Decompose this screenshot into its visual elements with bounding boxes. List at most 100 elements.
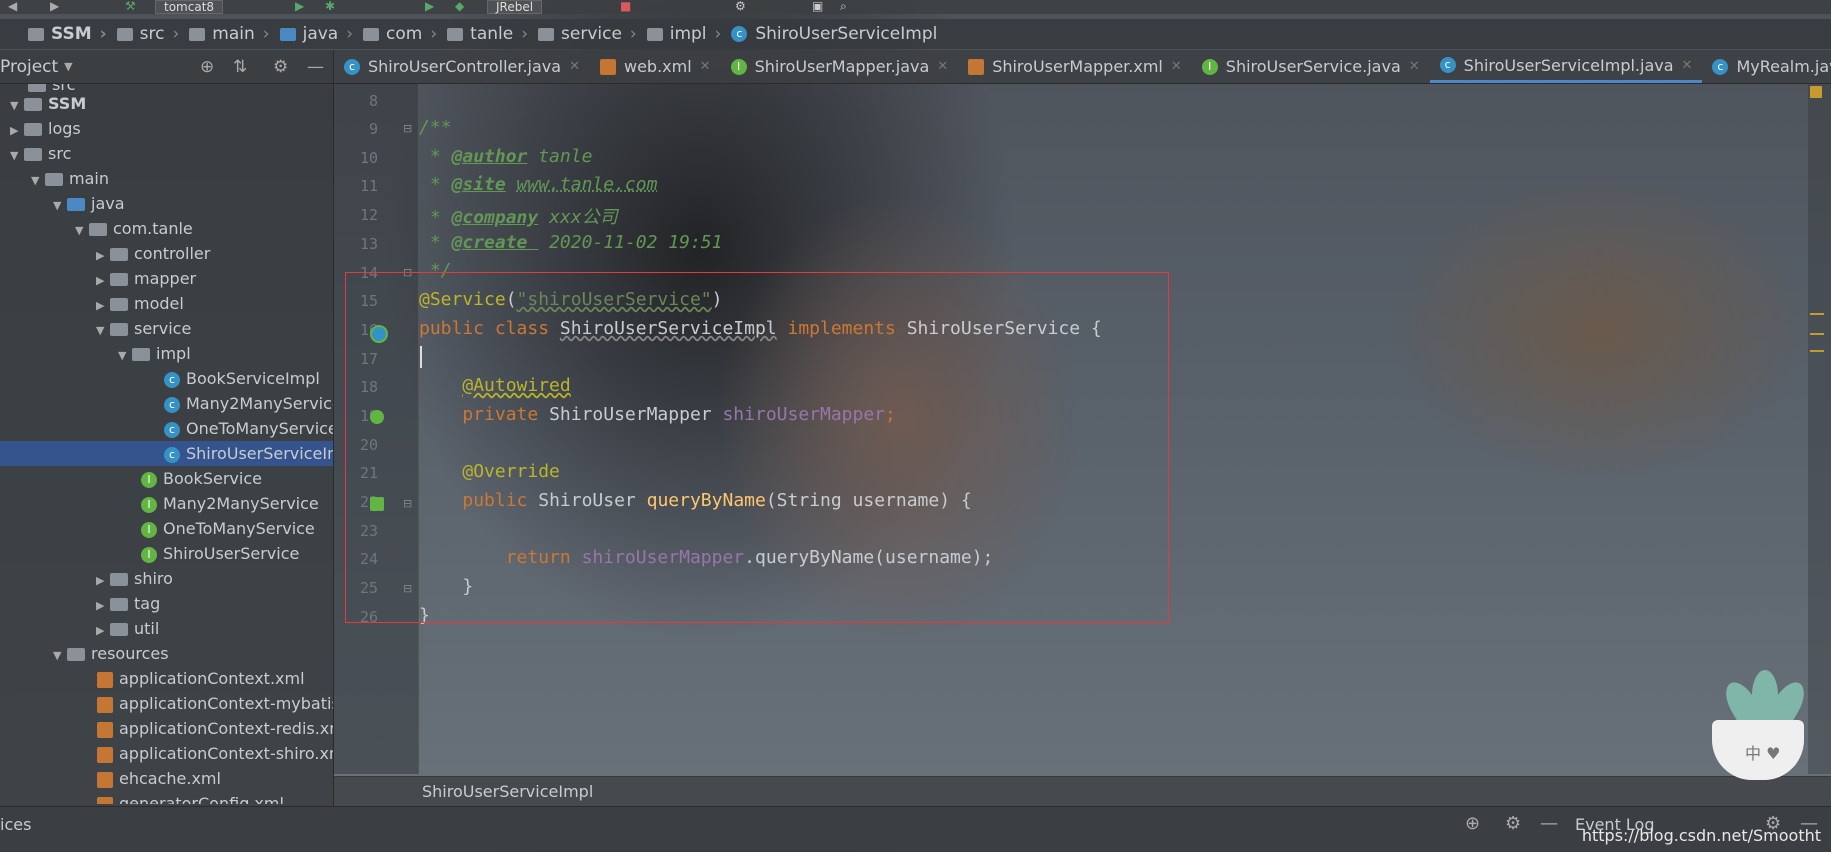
chevron-down-icon[interactable]: ▼	[75, 218, 89, 243]
chevron-right-icon[interactable]: ▶	[96, 618, 110, 643]
minimize-icon[interactable]: —	[1540, 813, 1558, 834]
chevron-right-icon[interactable]: ▶	[96, 593, 110, 618]
tree-item-xml[interactable]: applicationContext-mybatis.x	[97, 691, 333, 716]
chevron-down-icon[interactable]: ▼	[53, 193, 67, 218]
close-icon[interactable]: ✕	[1682, 58, 1693, 73]
chevron-right-icon[interactable]: ▶	[96, 268, 110, 293]
chevron-right-icon[interactable]: ▶	[96, 293, 110, 318]
close-icon[interactable]: ✕	[1171, 59, 1182, 74]
chevron-down-icon[interactable]: ▼	[96, 318, 110, 343]
tree-item-controller[interactable]: ▶ controller	[96, 241, 210, 266]
tab-shirouserservice[interactable]: I ShiroUserService.java ✕	[1192, 50, 1430, 83]
code-line[interactable]: * @site www.tanle.com	[419, 174, 658, 195]
tree-item-tag[interactable]: ▶ tag	[96, 591, 160, 616]
tree-item-xml[interactable]: generatorConfig.xml	[97, 791, 284, 804]
tree-item-onetomanyserviceimpl[interactable]: c OneToManyServiceI	[164, 416, 333, 441]
breadcrumb-item-tanle[interactable]: tanle ›	[443, 24, 534, 44]
tree-item-ssm[interactable]: ▼ SSM	[10, 91, 86, 116]
code-line[interactable]: * @author tanle	[419, 146, 593, 167]
tab-shirousermapper-xml[interactable]: ShiroUserMapper.xml ✕	[958, 50, 1192, 83]
close-icon[interactable]: ✕	[937, 59, 948, 74]
tree-item-resources[interactable]: ▼ resources	[53, 641, 169, 666]
error-stripe-mark[interactable]	[1810, 350, 1824, 352]
locate-icon[interactable]: ⊕	[1465, 813, 1480, 834]
tree-item-many2manyserviceimpl[interactable]: c Many2ManyServiceI	[164, 391, 333, 416]
gear-icon[interactable]: ⚙	[1505, 813, 1521, 834]
stop-icon[interactable]: ■	[620, 0, 634, 12]
profile-icon[interactable]: ◆	[455, 0, 469, 12]
chevron-down-icon[interactable]: ▼	[53, 643, 67, 668]
tree-item-xml[interactable]: applicationContext-shiro.xml	[97, 741, 333, 766]
run-icon[interactable]: ▶	[295, 0, 309, 12]
run-coverage-icon[interactable]: ▶	[425, 0, 439, 12]
close-icon[interactable]: ✕	[1409, 59, 1420, 74]
terminal-icon[interactable]: ▣	[812, 0, 826, 12]
chevron-right-icon[interactable]: ▶	[96, 243, 110, 268]
debug-icon[interactable]: ✱	[325, 0, 339, 12]
gear-icon[interactable]: ⚙	[273, 57, 288, 77]
chevron-down-icon[interactable]: ▼	[10, 93, 24, 118]
tree-item-shirouserserviceimpl[interactable]: c ShiroUserServiceImp	[0, 441, 333, 466]
tree-item-shirouserservice[interactable]: I ShiroUserService	[141, 541, 299, 566]
tree-item-onetomanyservice[interactable]: I OneToManyService	[141, 516, 315, 541]
tree-item-logs[interactable]: ▶ logs	[10, 116, 81, 141]
tab-myrealm[interactable]: cMyRealm.java✕	[1702, 50, 1831, 83]
chevron-down-icon[interactable]: ▼	[118, 343, 132, 368]
tree-item-service[interactable]: ▼ service	[96, 316, 191, 341]
chevron-down-icon[interactable]: ▼	[10, 143, 24, 168]
search-icon[interactable]: ⌕	[840, 0, 854, 12]
tree-item-src[interactable]: ▼ src	[10, 141, 71, 166]
inspection-indicator-icon[interactable]	[1810, 86, 1822, 98]
tab-shirousercontroller[interactable]: c ShiroUserController.java ✕	[334, 50, 590, 83]
breadcrumb-item-java[interactable]: java ›	[276, 24, 359, 44]
code-line[interactable]: /**	[419, 117, 452, 138]
chevron-down-icon[interactable]: ▼	[64, 60, 72, 73]
close-icon[interactable]: ✕	[569, 59, 580, 74]
fold-icon[interactable]: ⊟	[403, 122, 412, 135]
tree-item-bookservice[interactable]: I BookService	[141, 466, 262, 491]
breadcrumb-item-com[interactable]: com ›	[359, 24, 443, 44]
chevron-down-icon[interactable]: ▼	[31, 168, 45, 193]
tree-item-shiro[interactable]: ▶ shiro	[96, 566, 173, 591]
locate-icon[interactable]: ⊕	[200, 57, 214, 77]
breadcrumb-item-main[interactable]: main ›	[185, 24, 275, 44]
breadcrumb-item-src[interactable]: src ›	[113, 24, 186, 44]
tree-item-xml[interactable]: applicationContext.xml	[97, 666, 305, 691]
close-icon[interactable]: ✕	[700, 59, 711, 74]
error-stripe-mark[interactable]	[1810, 333, 1824, 335]
code-line[interactable]: * @create 2020-11-02 19:51	[419, 232, 723, 253]
build-icon[interactable]: ⚒	[125, 0, 139, 12]
tree-item-java[interactable]: ▼ java	[53, 191, 125, 216]
tab-web-xml[interactable]: web.xml ✕	[590, 50, 721, 83]
chevron-right-icon[interactable]: ▶	[96, 568, 110, 593]
error-stripe-mark[interactable]	[1810, 313, 1824, 315]
tree-item-bookserviceimpl[interactable]: c BookServiceImpl	[164, 366, 320, 391]
minimize-icon[interactable]: —	[307, 57, 324, 77]
tab-shirousermapper-java[interactable]: I ShiroUserMapper.java ✕	[721, 50, 959, 83]
settings-wrench-icon[interactable]: ⚙	[735, 0, 749, 12]
jrebel-select[interactable]: JRebel	[487, 0, 543, 14]
tree-item-main[interactable]: ▼ main	[31, 166, 109, 191]
tree-item-model[interactable]: ▶ model	[96, 291, 184, 316]
error-stripe[interactable]	[1808, 84, 1831, 774]
tree-item-com-tanle[interactable]: ▼ com.tanle	[75, 216, 193, 241]
tree-item-mapper[interactable]: ▶ mapper	[96, 266, 196, 291]
project-panel-title[interactable]: Project	[0, 57, 58, 77]
structure-breadcrumb-item[interactable]: ShiroUserServiceImpl	[422, 782, 593, 801]
services-tab-label[interactable]: ices	[0, 815, 31, 834]
forward-icon[interactable]: ▶	[50, 0, 64, 12]
chevron-right-icon[interactable]: ▶	[10, 118, 24, 143]
tree-item-util[interactable]: ▶ util	[96, 616, 159, 641]
back-icon[interactable]: ◀	[8, 0, 22, 12]
collapse-icon[interactable]: ⇅	[233, 57, 247, 77]
code-line[interactable]: * @company xxx公司	[419, 203, 618, 229]
breadcrumb-item-impl[interactable]: impl ›	[643, 24, 728, 44]
run-config-select[interactable]: tomcat8	[155, 0, 224, 14]
tree-item-impl[interactable]: ▼ impl	[118, 341, 191, 366]
tree-item-many2manyservice[interactable]: I Many2ManyService	[141, 491, 319, 516]
tab-shirouserserviceimpl[interactable]: c ShiroUserServiceImpl.java ✕	[1429, 50, 1703, 83]
breadcrumb-item-ssm[interactable]: SSM ›	[0, 24, 113, 44]
breadcrumb-item-service[interactable]: service ›	[534, 24, 643, 44]
tree-item-xml[interactable]: ehcache.xml	[97, 766, 221, 791]
tree-item-xml[interactable]: applicationContext-redis.xml	[97, 716, 333, 741]
